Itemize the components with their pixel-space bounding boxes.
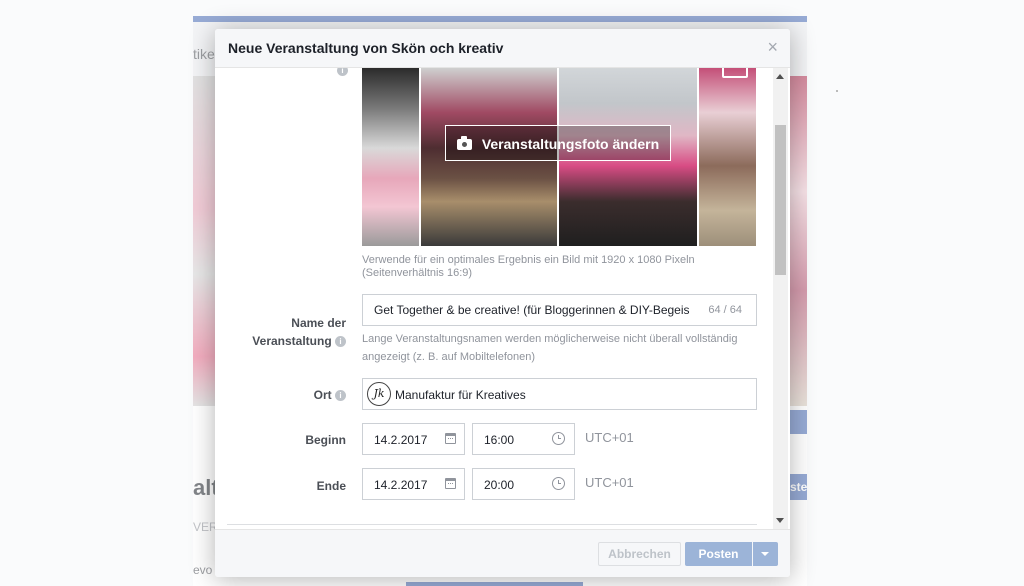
clock-icon[interactable] <box>552 432 565 445</box>
change-event-photo-label: Veranstaltungsfoto ändern <box>481 136 660 152</box>
end-label: Ende <box>316 479 346 493</box>
section-divider <box>227 524 757 525</box>
location-label: Ort i <box>215 386 346 404</box>
create-event-dialog: Neue Veranstaltung von Skön och kreativ … <box>215 29 790 577</box>
cancel-button[interactable]: Abbrechen <box>598 542 681 566</box>
event-name-label: Name der Veranstaltung i <box>215 314 346 350</box>
event-name-label-line1: Name der <box>291 316 346 330</box>
start-timezone: UTC+01 <box>585 430 634 445</box>
end-date-value: 14.2.2017 <box>374 478 428 492</box>
start-label: Beginn <box>305 433 346 447</box>
dialog-scrollbar[interactable] <box>773 68 788 529</box>
post-button[interactable]: Posten <box>685 542 752 566</box>
close-icon[interactable]: × <box>767 38 778 56</box>
dialog-header: Neue Veranstaltung von Skön och kreativ … <box>215 29 790 68</box>
dialog-title: Neue Veranstaltung von Skön och kreativ <box>228 40 504 56</box>
photo-reposition-icon[interactable] <box>722 68 748 78</box>
end-time-input[interactable]: 20:00 <box>472 468 575 500</box>
photo-size-hint: Verwende für ein optimales Ergebnis ein … <box>362 254 695 279</box>
info-icon[interactable]: i <box>335 336 346 348</box>
info-icon[interactable]: i <box>335 390 346 402</box>
start-time-input[interactable]: 16:00 <box>472 423 575 455</box>
post-options-button[interactable] <box>753 542 778 566</box>
dialog-body: i Veranstaltungsfoto ändern Verwende für… <box>215 68 790 529</box>
location-avatar: Jk <box>367 382 391 406</box>
event-cover-photo: Veranstaltungsfoto ändern <box>362 68 756 246</box>
event-name-value: Get Together & be creative! (für Blogger… <box>374 303 690 317</box>
chevron-down-icon <box>761 552 769 556</box>
location-label-text: Ort <box>313 388 332 402</box>
start-date-input[interactable]: 14.2.2017 <box>362 423 465 455</box>
clock-icon[interactable] <box>552 477 565 490</box>
scroll-thumb[interactable] <box>775 125 786 275</box>
background-dot <box>836 90 838 92</box>
change-event-photo-button[interactable]: Veranstaltungsfoto ändern <box>445 125 671 161</box>
photo-panel-4 <box>699 68 756 246</box>
camera-icon <box>456 136 472 150</box>
start-time-value: 16:00 <box>484 433 515 447</box>
scroll-down-arrow-icon[interactable] <box>776 518 784 523</box>
event-name-input[interactable]: Get Together & be creative! (für Blogger… <box>362 294 757 326</box>
start-date-value: 14.2.2017 <box>374 433 428 447</box>
calendar-icon[interactable] <box>445 433 456 444</box>
calendar-icon[interactable] <box>445 478 456 489</box>
info-icon[interactable]: i <box>337 68 348 76</box>
event-name-hint: Lange Veranstaltungsnamen werden möglich… <box>362 333 738 363</box>
scroll-up-arrow-icon[interactable] <box>776 74 784 79</box>
event-name-label-line2-text: Veranstaltung <box>252 334 332 348</box>
char-counter: 64 / 64 <box>708 304 742 316</box>
dialog-footer: Abbrechen Posten <box>215 529 790 577</box>
end-date-input[interactable]: 14.2.2017 <box>362 468 465 500</box>
end-timezone: UTC+01 <box>585 475 634 490</box>
photo-panel-1 <box>362 68 419 246</box>
end-time-value: 20:00 <box>484 478 515 492</box>
location-input[interactable]: Jk Manufaktur für Kreatives <box>362 378 757 410</box>
event-name-label-line2: Veranstaltung i <box>215 332 346 350</box>
location-value: Manufaktur für Kreatives <box>395 388 526 402</box>
